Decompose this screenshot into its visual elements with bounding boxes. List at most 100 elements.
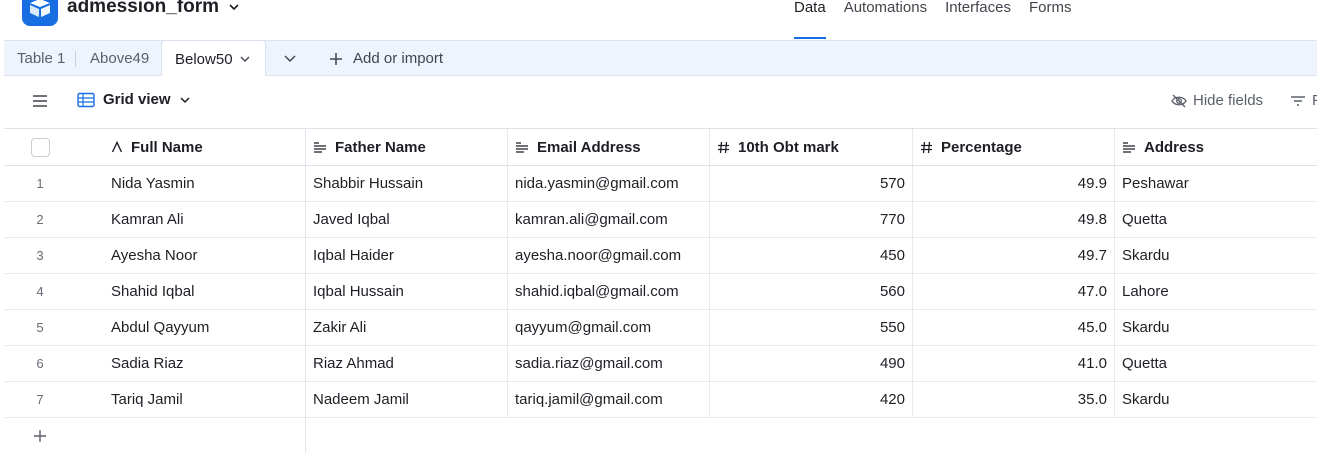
- cell-email[interactable]: tariq.jamil@gmail.com: [508, 382, 710, 417]
- cell-email[interactable]: ayesha.noor@gmail.com: [508, 238, 710, 273]
- cell-father-name[interactable]: Shabbir Hussain: [306, 166, 508, 201]
- column-header-full-name[interactable]: Full Name: [4, 129, 306, 165]
- tab-table-1[interactable]: Table 1: [17, 41, 65, 76]
- cell-marks[interactable]: 570: [710, 166, 913, 201]
- cell-full-name[interactable]: 4 Shahid Iqbal: [4, 274, 306, 309]
- tables-menu-chevron-icon[interactable]: [282, 50, 298, 66]
- add-record-row: [4, 418, 1317, 453]
- row-number: 3: [36, 248, 44, 263]
- data-grid: Full Name Father Name Email Address 10th…: [4, 128, 1317, 453]
- row-number: 7: [36, 392, 44, 407]
- cell-full-name[interactable]: 1 Nida Yasmin: [4, 166, 306, 201]
- column-label: Full Name: [131, 138, 203, 156]
- cell-marks[interactable]: 550: [710, 310, 913, 345]
- cell-percentage[interactable]: 47.0: [913, 274, 1115, 309]
- cell-email[interactable]: kamran.ali@gmail.com: [508, 202, 710, 237]
- column-label: Percentage: [941, 138, 1022, 156]
- cell-full-name[interactable]: 5 Abdul Qayyum: [4, 310, 306, 345]
- nav-data[interactable]: Data: [794, 0, 826, 40]
- cell-marks[interactable]: 560: [710, 274, 913, 309]
- cell-percentage[interactable]: 41.0: [913, 346, 1115, 381]
- cell-father-name[interactable]: Javed Iqbal: [306, 202, 508, 237]
- long-text-icon: [314, 142, 326, 153]
- nav-forms[interactable]: Forms: [1029, 0, 1072, 40]
- column-label: Father Name: [335, 138, 426, 156]
- cell-father-name[interactable]: Nadeem Jamil: [306, 382, 508, 417]
- cell-email[interactable]: qayyum@gmail.com: [508, 310, 710, 345]
- column-label: Address: [1144, 138, 1205, 156]
- add-record-button[interactable]: [4, 418, 306, 453]
- view-switcher[interactable]: Grid view: [77, 91, 191, 108]
- base-name-dropdown[interactable]: admession_form: [67, 0, 241, 18]
- cell-email[interactable]: nida.yasmin@gmail.com: [508, 166, 710, 201]
- plus-icon: [34, 430, 46, 442]
- cell-full-name[interactable]: 2 Kamran Ali: [4, 202, 306, 237]
- tab-below50[interactable]: Below50: [161, 40, 266, 77]
- column-header-percentage[interactable]: Percentage: [913, 129, 1115, 165]
- cell-address[interactable]: Peshawar: [1115, 166, 1317, 201]
- cell-percentage[interactable]: 35.0: [913, 382, 1115, 417]
- full-name-value: Nida Yasmin: [111, 175, 195, 192]
- select-all-checkbox[interactable]: [31, 138, 50, 157]
- add-or-import-button[interactable]: Add or import: [329, 41, 443, 76]
- chevron-down-icon: [180, 96, 190, 103]
- filter-label: F: [1312, 92, 1317, 109]
- cell-father-name[interactable]: Riaz Ahmad: [306, 346, 508, 381]
- app-logo-icon[interactable]: [22, 0, 58, 26]
- row-number: 2: [36, 212, 44, 227]
- column-header-10th-obt-mark[interactable]: 10th Obt mark: [710, 129, 913, 165]
- cell-full-name[interactable]: 3 Ayesha Noor: [4, 238, 306, 273]
- cell-marks[interactable]: 450: [710, 238, 913, 273]
- cell-marks[interactable]: 490: [710, 346, 913, 381]
- column-label: 10th Obt mark: [738, 138, 839, 156]
- add-or-import-label: Add or import: [353, 50, 444, 67]
- cell-percentage[interactable]: 49.9: [913, 166, 1115, 201]
- cell-percentage[interactable]: 45.0: [913, 310, 1115, 345]
- row-number: 6: [36, 356, 44, 371]
- cell-percentage[interactable]: 49.7: [913, 238, 1115, 273]
- table-row[interactable]: 3 Ayesha Noor Iqbal Haider ayesha.noor@gm…: [4, 238, 1317, 274]
- table-row[interactable]: 4 Shahid Iqbal Iqbal Hussain shahid.iqbal…: [4, 274, 1317, 310]
- nav-interfaces[interactable]: Interfaces: [945, 0, 1011, 40]
- cell-email[interactable]: sadia.riaz@gmail.com: [508, 346, 710, 381]
- hide-fields-button[interactable]: Hide fields: [1171, 92, 1263, 109]
- tab-above49[interactable]: Above49: [90, 41, 149, 76]
- hamburger-menu-icon[interactable]: [32, 94, 48, 108]
- full-name-value: Sadia Riaz: [111, 355, 184, 372]
- chevron-down-icon: [229, 4, 239, 11]
- cell-address[interactable]: Skardu: [1115, 310, 1317, 345]
- filter-button[interactable]: F: [1290, 92, 1317, 109]
- table-row[interactable]: 5 Abdul Qayyum Zakir Ali qayyum@gmail.com…: [4, 310, 1317, 346]
- column-header-address[interactable]: Address: [1115, 129, 1317, 165]
- table-row[interactable]: 1 Nida Yasmin Shabbir Hussain nida.yasmin…: [4, 166, 1317, 202]
- cell-father-name[interactable]: Iqbal Haider: [306, 238, 508, 273]
- cell-father-name[interactable]: Zakir Ali: [306, 310, 508, 345]
- cell-father-name[interactable]: Iqbal Hussain: [306, 274, 508, 309]
- tab-below50-label: Below50: [175, 50, 233, 68]
- table-row[interactable]: 6 Sadia Riaz Riaz Ahmad sadia.riaz@gmail.…: [4, 346, 1317, 382]
- table-row[interactable]: 2 Kamran Ali Javed Iqbal kamran.ali@gmail…: [4, 202, 1317, 238]
- view-name: Grid view: [103, 91, 171, 108]
- column-header-email-address[interactable]: Email Address: [508, 129, 710, 165]
- cell-percentage[interactable]: 49.8: [913, 202, 1115, 237]
- cell-address[interactable]: Lahore: [1115, 274, 1317, 309]
- long-text-icon: [1123, 142, 1135, 153]
- table-row[interactable]: 7 Tariq Jamil Nadeem Jamil tariq.jamil@gm…: [4, 382, 1317, 418]
- cell-full-name[interactable]: 6 Sadia Riaz: [4, 346, 306, 381]
- cell-address[interactable]: Quetta: [1115, 346, 1317, 381]
- chevron-down-icon[interactable]: [239, 53, 251, 65]
- cell-marks[interactable]: 770: [710, 202, 913, 237]
- number-hash-icon: [921, 141, 932, 153]
- column-header-father-name[interactable]: Father Name: [306, 129, 508, 165]
- cell-address[interactable]: Skardu: [1115, 238, 1317, 273]
- nav-automations[interactable]: Automations: [844, 0, 927, 40]
- header-row: Full Name Father Name Email Address 10th…: [4, 129, 1317, 166]
- full-name-value: Abdul Qayyum: [111, 319, 210, 336]
- cell-email[interactable]: shahid.iqbal@gmail.com: [508, 274, 710, 309]
- hide-fields-label: Hide fields: [1193, 92, 1264, 109]
- cell-marks[interactable]: 420: [710, 382, 913, 417]
- cell-address[interactable]: Quetta: [1115, 202, 1317, 237]
- row-number: 1: [36, 176, 44, 191]
- cell-address[interactable]: Skardu: [1115, 382, 1317, 417]
- cell-full-name[interactable]: 7 Tariq Jamil: [4, 382, 306, 417]
